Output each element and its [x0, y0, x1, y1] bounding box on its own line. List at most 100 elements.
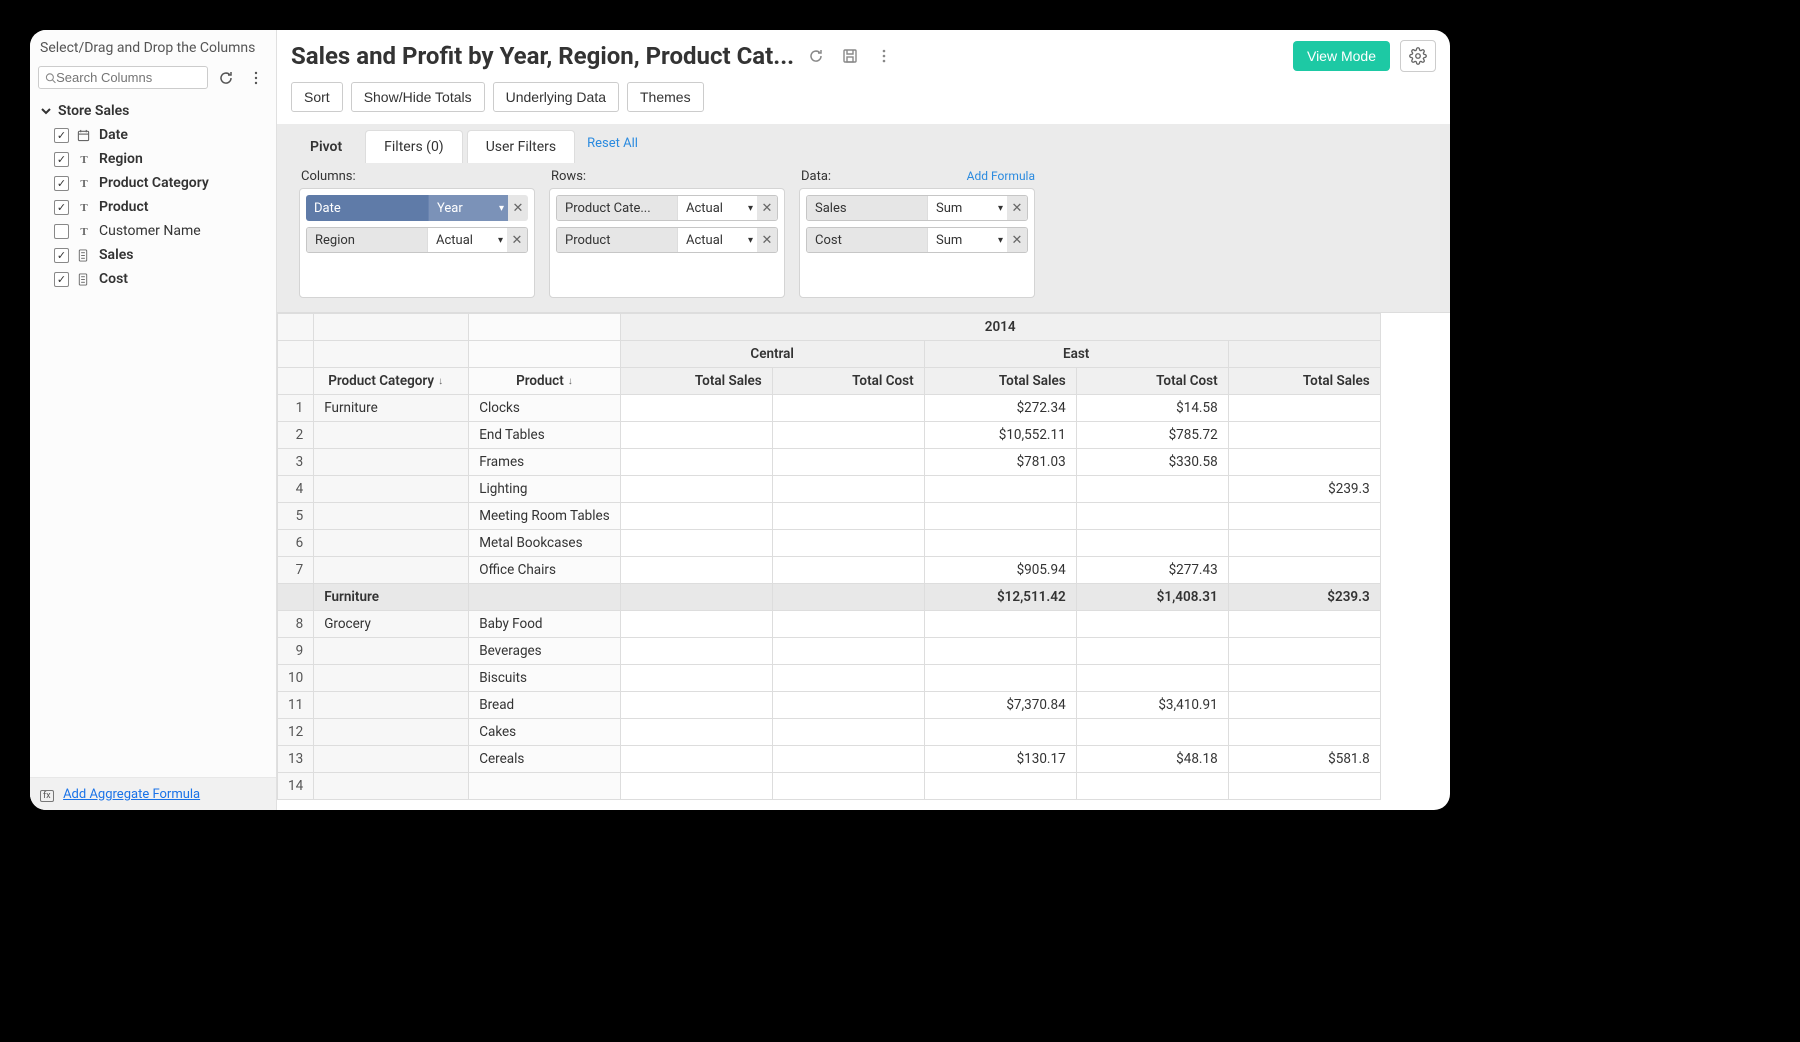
underlying-data-button[interactable]: Underlying Data	[493, 82, 619, 112]
table-row[interactable]: 3 Frames $781.03$330.58	[278, 449, 1381, 476]
product-cell: Cakes	[469, 719, 620, 746]
row-number: 10	[278, 665, 314, 692]
product-cell: Office Chairs	[469, 557, 620, 584]
value-cell	[772, 530, 924, 557]
add-formula-link[interactable]: Add Formula	[967, 169, 1035, 184]
value-cell	[924, 638, 1076, 665]
table-row[interactable]: 7 Office Chairs $905.94$277.43	[278, 557, 1381, 584]
category-cell	[314, 773, 469, 800]
pivot-pill[interactable]: Product Actual▾ ✕	[556, 227, 778, 253]
pill-selector[interactable]: Sum▾	[927, 196, 1007, 220]
more-vertical-icon	[248, 70, 264, 86]
value-cell: $48.18	[1076, 746, 1228, 773]
view-mode-button[interactable]: View Mode	[1293, 41, 1390, 71]
row-number: 6	[278, 530, 314, 557]
settings-button[interactable]	[1400, 40, 1436, 72]
column-item[interactable]: Date	[40, 123, 266, 147]
refresh-columns-button[interactable]	[214, 68, 238, 88]
pivot-pill[interactable]: Sales Sum▾ ✕	[806, 195, 1028, 221]
column-checkbox[interactable]	[54, 272, 69, 287]
columns-drop-zone[interactable]: Date Year▾ ✕ Region Actual▾ ✕	[299, 188, 535, 298]
table-row[interactable]: 13 Cereals $130.17$48.18$581.8	[278, 746, 1381, 773]
column-checkbox[interactable]	[54, 200, 69, 215]
column-checkbox[interactable]	[54, 224, 69, 239]
formula-icon: fx	[40, 790, 54, 802]
col-product[interactable]: Product	[516, 373, 564, 389]
table-row[interactable]: 4 Lighting $239.3	[278, 476, 1381, 503]
table-row[interactable]: 9 Beverages	[278, 638, 1381, 665]
rows-bucket-label: Rows:	[551, 169, 586, 184]
value-cell	[1228, 719, 1380, 746]
pill-remove[interactable]: ✕	[1007, 228, 1027, 252]
pivot-pill[interactable]: Date Year▾ ✕	[306, 195, 528, 221]
sort-button[interactable]: Sort	[291, 82, 343, 112]
value-cell: $239.3	[1228, 476, 1380, 503]
column-item[interactable]: Cost	[40, 267, 266, 291]
title-save-button[interactable]	[838, 46, 862, 66]
pivot-pill[interactable]: Region Actual▾ ✕	[306, 227, 528, 253]
tab-pivot[interactable]: Pivot	[291, 130, 361, 163]
value-cell	[1076, 476, 1228, 503]
gear-icon	[1409, 47, 1427, 65]
column-item[interactable]: Sales	[40, 243, 266, 267]
themes-button[interactable]: Themes	[627, 82, 704, 112]
column-item[interactable]: T Product Category	[40, 171, 266, 195]
pill-selector[interactable]: Year▾	[428, 195, 508, 221]
product-cell: Beverages	[469, 638, 620, 665]
tree-root-store-sales[interactable]: Store Sales	[40, 99, 266, 123]
table-row[interactable]: 14	[278, 773, 1381, 800]
search-input-wrap[interactable]	[38, 66, 208, 89]
sidebar-more-button[interactable]	[244, 68, 268, 88]
col-product-category[interactable]: Product Category	[328, 373, 434, 389]
column-item[interactable]: T Product	[40, 195, 266, 219]
pill-selector[interactable]: Actual▾	[677, 228, 757, 252]
pill-selector[interactable]: Actual▾	[677, 196, 757, 220]
table-row[interactable]: 6 Metal Bookcases	[278, 530, 1381, 557]
chevron-down-icon: ▾	[748, 203, 753, 214]
column-checkbox[interactable]	[54, 248, 69, 263]
reset-all-link[interactable]: Reset All	[587, 136, 638, 151]
pill-selector[interactable]: Actual▾	[427, 228, 507, 252]
table-row[interactable]: 2 End Tables $10,552.11$785.72	[278, 422, 1381, 449]
pivot-pill[interactable]: Product Cate... Actual▾ ✕	[556, 195, 778, 221]
sort-down-icon[interactable]: ↓	[568, 376, 573, 387]
value-cell: $272.34	[924, 395, 1076, 422]
data-drop-zone[interactable]: Sales Sum▾ ✕ Cost Sum▾ ✕	[799, 188, 1035, 298]
column-checkbox[interactable]	[54, 128, 69, 143]
column-checkbox[interactable]	[54, 152, 69, 167]
table-row[interactable]: 12 Cakes	[278, 719, 1381, 746]
tab-filters[interactable]: Filters (0)	[365, 130, 463, 163]
pill-remove[interactable]: ✕	[757, 196, 777, 220]
table-row[interactable]: 10 Biscuits	[278, 665, 1381, 692]
pill-remove[interactable]: ✕	[507, 228, 527, 252]
table-row[interactable]: 8 Grocery Baby Food	[278, 611, 1381, 638]
value-cell	[1228, 692, 1380, 719]
column-item[interactable]: T Region	[40, 147, 266, 171]
pill-remove[interactable]: ✕	[1007, 196, 1027, 220]
table-row[interactable]: 11 Bread $7,370.84$3,410.91	[278, 692, 1381, 719]
show-hide-totals-button[interactable]: Show/Hide Totals	[351, 82, 485, 112]
chevron-down-icon	[40, 105, 52, 117]
title-refresh-button[interactable]	[804, 46, 828, 66]
search-columns-input[interactable]	[56, 70, 201, 85]
column-item[interactable]: T Customer Name	[40, 219, 266, 243]
add-aggregate-formula-link[interactable]: Add Aggregate Formula	[63, 787, 200, 802]
value-cell: $905.94	[924, 557, 1076, 584]
table-row[interactable]: 5 Meeting Room Tables	[278, 503, 1381, 530]
tab-user-filters[interactable]: User Filters	[467, 130, 575, 163]
sort-down-icon[interactable]: ↓	[438, 376, 443, 387]
value-cell	[620, 638, 772, 665]
pill-remove[interactable]: ✕	[757, 228, 777, 252]
pill-selector[interactable]: Sum▾	[927, 228, 1007, 252]
title-more-button[interactable]	[872, 46, 896, 66]
pivot-pill[interactable]: Cost Sum▾ ✕	[806, 227, 1028, 253]
column-checkbox[interactable]	[54, 176, 69, 191]
product-cell: Cereals	[469, 746, 620, 773]
table-row[interactable]: 1 Furniture Clocks $272.34$14.58	[278, 395, 1381, 422]
rows-drop-zone[interactable]: Product Cate... Actual▾ ✕ Product Actual▾…	[549, 188, 785, 298]
value-cell	[772, 746, 924, 773]
value-cell	[772, 503, 924, 530]
pill-remove[interactable]: ✕	[508, 195, 528, 221]
type-icon	[77, 249, 91, 262]
type-icon: T	[77, 201, 91, 214]
